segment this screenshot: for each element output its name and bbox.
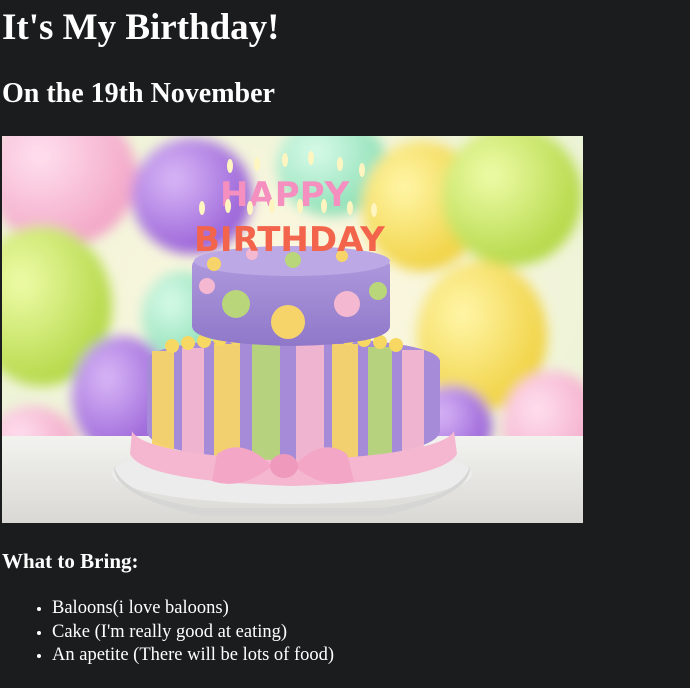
list-item: Cake (I'm really good at eating): [52, 621, 334, 645]
page-subtitle: On the 19th November: [2, 78, 275, 109]
candle-letter: BIRTHDAY: [194, 220, 385, 260]
list-item: Baloons(i love baloons): [52, 597, 334, 621]
page: It's My Birthday! On the 19th November H…: [0, 0, 690, 688]
bring-list: Baloons(i love baloons) Cake (I'm really…: [12, 597, 334, 668]
birthday-cake-image: HAPPY BIRTHDAY: [2, 136, 583, 523]
list-item: An apetite (There will be lots of food): [52, 644, 334, 668]
page-title: It's My Birthday!: [2, 7, 280, 48]
candle-letter: HAPPY: [220, 175, 350, 215]
bring-heading: What to Bring:: [2, 549, 139, 573]
